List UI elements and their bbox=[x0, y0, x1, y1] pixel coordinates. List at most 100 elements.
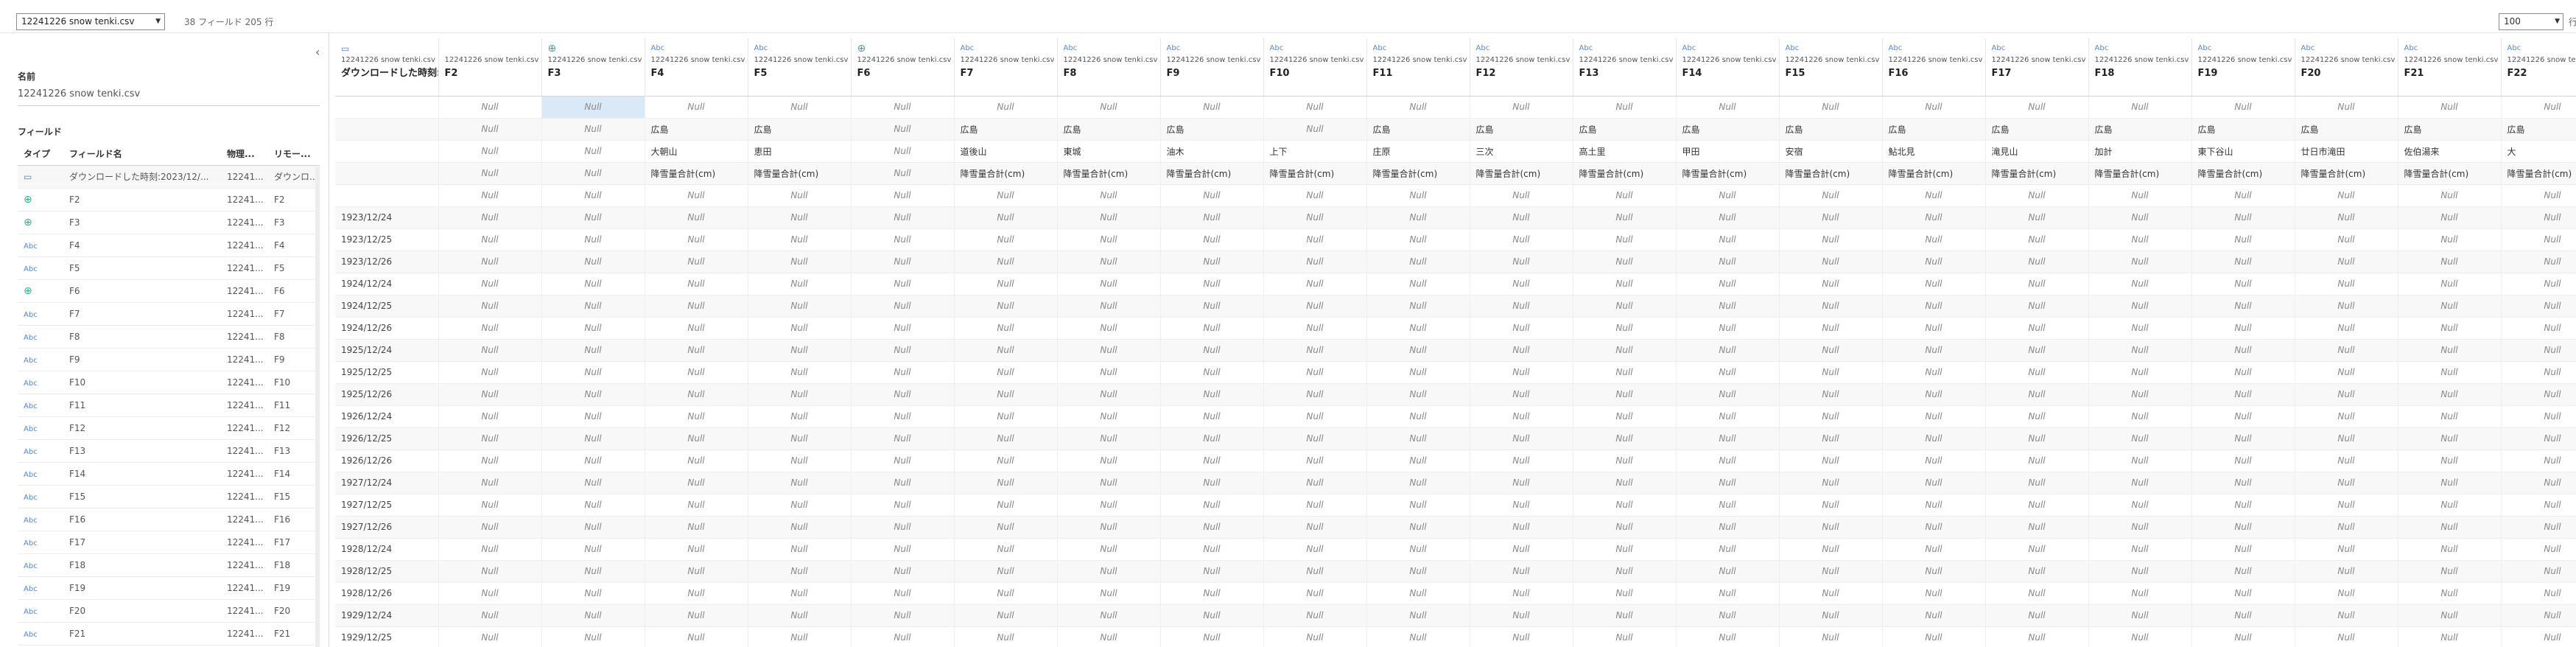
data-cell[interactable]: 佐伯湯来 bbox=[2398, 140, 2502, 163]
data-cell[interactable]: 廿日市滝田 bbox=[2295, 140, 2398, 163]
null-cell[interactable]: Null bbox=[1573, 560, 1677, 583]
null-cell[interactable]: Null bbox=[1573, 450, 1677, 472]
field-name-cell[interactable]: F9 bbox=[69, 349, 230, 371]
data-cell[interactable]: 1923/12/26 bbox=[335, 251, 439, 273]
null-cell[interactable]: Null bbox=[1985, 184, 2089, 207]
null-cell[interactable]: Null bbox=[645, 538, 748, 561]
data-cell[interactable] bbox=[335, 118, 439, 141]
null-cell[interactable]: Null bbox=[1263, 118, 1367, 141]
null-cell[interactable]: Null bbox=[1985, 295, 2089, 318]
column-header[interactable]: Abc 12241226 snow tenki.csv F10 bbox=[1263, 38, 1367, 97]
null-cell[interactable]: Null bbox=[1573, 317, 1677, 340]
null-cell[interactable]: Null bbox=[2088, 273, 2192, 295]
null-cell[interactable]: Null bbox=[2295, 383, 2398, 406]
null-cell[interactable]: Null bbox=[1470, 339, 1573, 362]
null-cell[interactable]: Null bbox=[1366, 494, 1470, 517]
null-cell[interactable]: Null bbox=[1882, 626, 1986, 647]
null-cell[interactable]: Null bbox=[2501, 516, 2576, 539]
null-cell[interactable]: Null bbox=[1057, 228, 1161, 251]
null-cell[interactable]: Null bbox=[438, 604, 542, 627]
null-cell[interactable]: Null bbox=[2295, 538, 2398, 561]
null-cell[interactable]: Null bbox=[1366, 450, 1470, 472]
null-cell[interactable]: Null bbox=[1366, 405, 1470, 428]
null-cell[interactable]: Null bbox=[1779, 184, 1883, 207]
column-header[interactable]: Abc 12241226 snow tenki.csv F13 bbox=[1573, 38, 1677, 97]
null-cell[interactable]: Null bbox=[1366, 383, 1470, 406]
null-cell[interactable]: Null bbox=[541, 361, 645, 384]
null-cell[interactable]: Null bbox=[1160, 626, 1264, 647]
data-cell[interactable]: 甲田 bbox=[1676, 140, 1780, 163]
null-cell[interactable]: Null bbox=[1057, 472, 1161, 494]
null-cell[interactable]: Null bbox=[645, 184, 748, 207]
null-cell[interactable]: Null bbox=[1676, 582, 1780, 605]
data-cell[interactable]: 広島 bbox=[1882, 118, 1986, 141]
null-cell[interactable]: Null bbox=[1057, 295, 1161, 318]
null-cell[interactable]: Null bbox=[2295, 339, 2398, 362]
null-cell[interactable]: Null bbox=[954, 494, 1058, 517]
null-cell[interactable]: Null bbox=[1160, 96, 1264, 119]
null-cell[interactable]: Null bbox=[954, 538, 1058, 561]
null-cell[interactable]: Null bbox=[1985, 251, 2089, 273]
null-cell[interactable]: Null bbox=[438, 206, 542, 229]
null-cell[interactable]: Null bbox=[1779, 494, 1883, 517]
null-cell[interactable]: Null bbox=[1676, 228, 1780, 251]
data-cell[interactable] bbox=[335, 184, 439, 207]
null-cell[interactable]: Null bbox=[1263, 184, 1367, 207]
null-cell[interactable]: Null bbox=[851, 383, 955, 406]
null-cell[interactable]: Null bbox=[954, 273, 1058, 295]
null-cell[interactable]: Null bbox=[1779, 361, 1883, 384]
null-cell[interactable]: Null bbox=[1470, 206, 1573, 229]
null-cell[interactable]: Null bbox=[1573, 427, 1677, 450]
null-cell[interactable]: Null bbox=[1882, 361, 1986, 384]
null-cell[interactable]: Null bbox=[541, 228, 645, 251]
null-cell[interactable]: Null bbox=[748, 427, 852, 450]
null-cell[interactable]: Null bbox=[1882, 582, 1986, 605]
null-cell[interactable]: Null bbox=[1366, 184, 1470, 207]
column-header[interactable]: 12241226 snow tenki.csv F2 bbox=[438, 38, 542, 97]
data-cell[interactable]: 1929/12/25 bbox=[335, 626, 439, 647]
null-cell[interactable]: Null bbox=[438, 339, 542, 362]
null-cell[interactable]: Null bbox=[2295, 206, 2398, 229]
field-row[interactable]: Abc F4 12241... F4 bbox=[18, 234, 320, 257]
null-cell[interactable]: Null bbox=[438, 472, 542, 494]
data-cell[interactable]: 広島 bbox=[1057, 118, 1161, 141]
data-cell[interactable]: 1926/12/25 bbox=[335, 427, 439, 450]
data-cell[interactable]: 1923/12/24 bbox=[335, 206, 439, 229]
null-cell[interactable]: Null bbox=[1057, 184, 1161, 207]
null-cell[interactable]: Null bbox=[1470, 604, 1573, 627]
field-name-cell[interactable]: F7 bbox=[69, 303, 230, 325]
data-cell[interactable]: 1924/12/25 bbox=[335, 295, 439, 318]
null-cell[interactable]: Null bbox=[1985, 339, 2089, 362]
null-cell[interactable]: Null bbox=[2398, 472, 2502, 494]
null-cell[interactable]: Null bbox=[1366, 626, 1470, 647]
null-cell[interactable]: Null bbox=[1263, 560, 1367, 583]
null-cell[interactable]: Null bbox=[2398, 405, 2502, 428]
null-cell[interactable]: Null bbox=[645, 339, 748, 362]
null-cell[interactable]: Null bbox=[1985, 516, 2089, 539]
null-cell[interactable]: Null bbox=[1573, 582, 1677, 605]
null-cell[interactable]: Null bbox=[2295, 317, 2398, 340]
null-cell[interactable]: Null bbox=[1985, 317, 2089, 340]
null-cell[interactable]: Null bbox=[645, 361, 748, 384]
null-cell[interactable]: Null bbox=[1160, 251, 1264, 273]
null-cell[interactable]: Null bbox=[1366, 228, 1470, 251]
field-row[interactable]: Abc F14 12241... F14 bbox=[18, 463, 320, 486]
null-cell[interactable]: Null bbox=[1263, 383, 1367, 406]
null-cell[interactable]: Null bbox=[1676, 339, 1780, 362]
null-cell[interactable]: Null bbox=[2501, 604, 2576, 627]
null-cell[interactable]: Null bbox=[1676, 295, 1780, 318]
null-cell[interactable]: Null bbox=[748, 361, 852, 384]
null-cell[interactable]: Null bbox=[1366, 96, 1470, 119]
null-cell[interactable]: Null bbox=[851, 339, 955, 362]
null-cell[interactable]: Null bbox=[1573, 184, 1677, 207]
null-cell[interactable]: Null bbox=[1779, 228, 1883, 251]
null-cell[interactable]: Null bbox=[954, 582, 1058, 605]
null-cell[interactable]: Null bbox=[1985, 228, 2089, 251]
null-cell[interactable]: Null bbox=[1676, 273, 1780, 295]
data-cell[interactable]: 1925/12/26 bbox=[335, 383, 439, 406]
null-cell[interactable]: Null bbox=[748, 295, 852, 318]
null-cell[interactable]: Null bbox=[851, 273, 955, 295]
column-header[interactable]: Abc 12241226 snow tenki.csv F21 bbox=[2398, 38, 2502, 97]
field-name-cell[interactable]: ダウンロードした時刻:2023/12/... bbox=[69, 166, 230, 188]
null-cell[interactable]: Null bbox=[1057, 626, 1161, 647]
